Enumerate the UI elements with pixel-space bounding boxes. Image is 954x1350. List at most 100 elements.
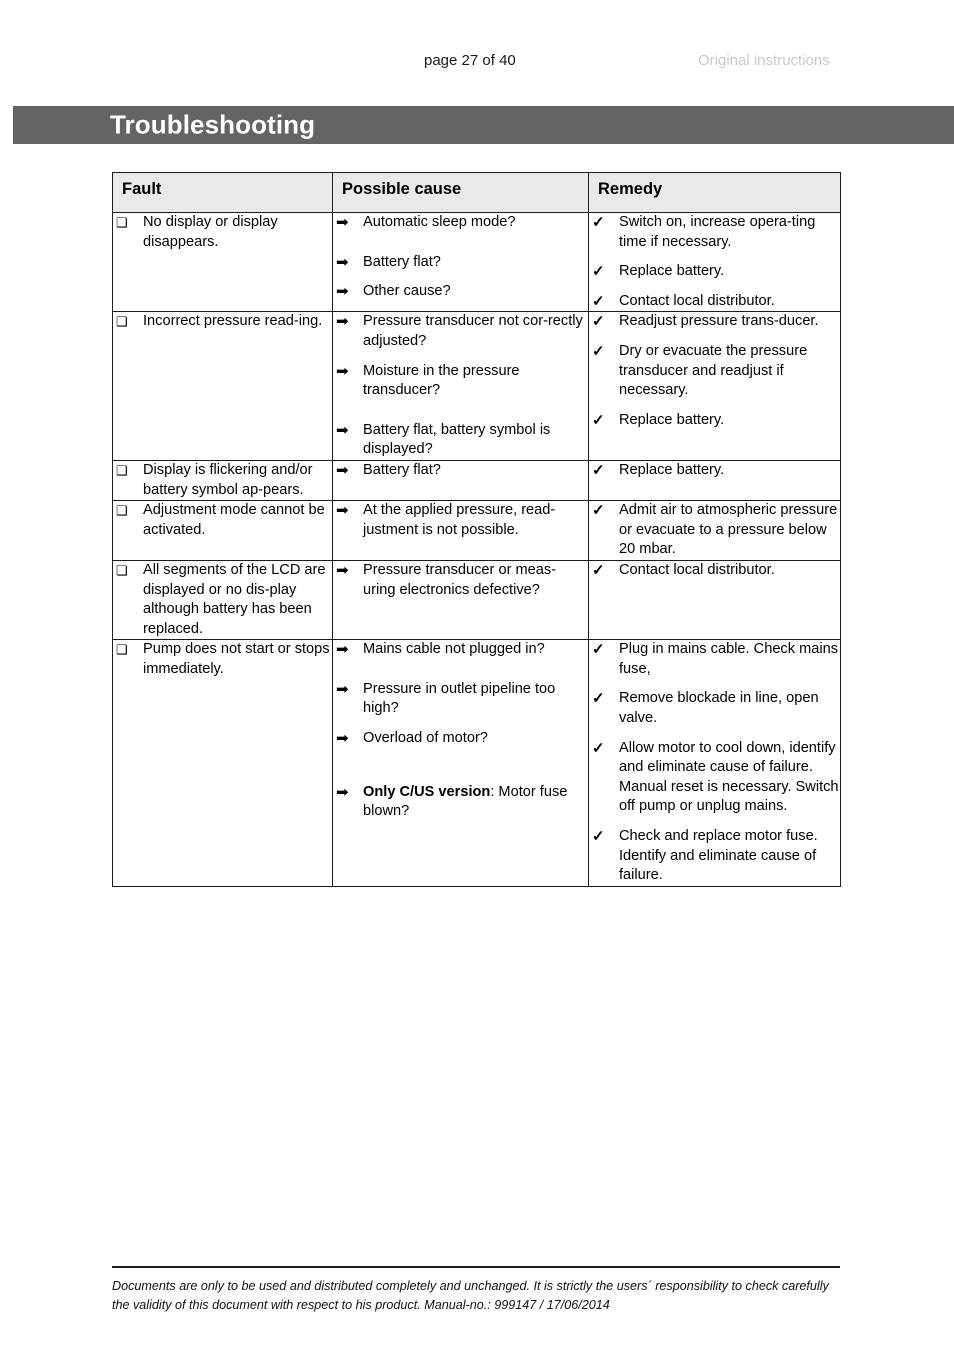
fault-item: ❑ Adjustment mode cannot be activated. <box>113 501 332 540</box>
remedy-item: ✓ Admit air to atmospheric pressure or ev… <box>589 501 840 560</box>
cell-remedy: ✓ Admit air to atmospheric pressure or ev… <box>588 500 841 561</box>
cell-remedy: ✓ Contact local distributor. <box>588 559 841 641</box>
cell-fault: ❑ Pump does not start or stops immediatel… <box>112 639 333 887</box>
page-header: page 27 of 40 Original instructions <box>0 52 954 78</box>
table-row: ❑ Incorrect pressure read-ing. ➡ Pressure t… <box>112 311 841 461</box>
troubleshooting-table: Fault Possible cause Remedy ❑ No display … <box>112 172 841 887</box>
remedy-text: Plug in mains cable. Check mains fuse, <box>619 641 839 677</box>
cause-text: Battery flat? <box>363 253 441 270</box>
cause-marker-icon: ➡ <box>336 680 349 698</box>
remedy-list: ✓ Admit air to atmospheric pressure or ev… <box>589 501 840 560</box>
remedy-item: ✓ Contact local distributor. <box>589 561 840 581</box>
fault-text: No display or display disappears. <box>143 214 278 250</box>
cell-remedy: ✓ Replace battery. <box>588 459 841 502</box>
cell-fault: ❑ Adjustment mode cannot be activated. <box>112 500 333 561</box>
remedy-item: ✓ Check and replace motor fuse. Identify … <box>589 827 840 886</box>
remedy-text: Replace battery. <box>619 263 725 280</box>
table-row: ❑ All segments of the LCD are displayed o… <box>112 559 841 641</box>
cause-item: ➡ Mains cable not plugged in? <box>333 640 588 660</box>
cause-item: ➡ Only C/US version: Motor fuse blown? <box>333 783 588 822</box>
fault-list: ❑ Incorrect pressure read-ing. <box>113 312 332 332</box>
fault-item: ❑ No display or display disappears. <box>113 213 332 252</box>
remedy-text: Check and replace motor fuse. Identify a… <box>619 828 818 884</box>
remedy-marker-icon: ✓ <box>592 461 605 479</box>
remedy-marker-icon: ✓ <box>592 690 605 708</box>
remedy-marker-icon: ✓ <box>592 502 605 520</box>
section-title-bar: Troubleshooting <box>13 106 954 144</box>
fault-list: ❑ Adjustment mode cannot be activated. <box>113 501 332 540</box>
cause-text: Battery flat? <box>363 461 441 478</box>
remedy-marker-icon: ✓ <box>592 342 605 360</box>
cell-remedy: ✓ Readjust pressure trans-ducer. ✓ Dry or e… <box>588 311 841 461</box>
remedy-item: ✓ Remove blockade in line, open valve. <box>589 689 840 728</box>
cell-possible-cause: ➡ Automatic sleep mode? ➡ Battery flat? ➡ Oth… <box>332 211 589 313</box>
cell-possible-cause: ➡ At the applied pressure, read-justment … <box>332 500 589 561</box>
remedy-list: ✓ Replace battery. <box>589 461 840 481</box>
cell-possible-cause: ➡ Battery flat? <box>332 459 589 502</box>
column-header-fault: Fault <box>112 172 333 213</box>
remedy-item: ✓ Allow motor to cool down, identify and … <box>589 739 840 817</box>
remedy-item: ✓ Switch on, increase opera-ting time if … <box>589 213 840 252</box>
fault-marker-icon: ❑ <box>116 462 128 478</box>
remedy-text: Remove blockade in line, open valve. <box>619 690 819 727</box>
table-body: ❑ No display or display disappears. ➡ Autom… <box>112 211 841 887</box>
cause-text: Mains cable not plugged in? <box>363 641 545 658</box>
cause-list: ➡ Automatic sleep mode? ➡ Battery flat? ➡ Oth… <box>333 213 588 302</box>
cause-text: Battery flat, battery symbol is displaye… <box>363 421 551 458</box>
remedy-marker-icon: ✓ <box>592 292 605 310</box>
cell-remedy: ✓ Switch on, increase opera-ting time if … <box>588 211 841 313</box>
remedy-item: ✓ Contact local distributor. <box>589 292 840 312</box>
remedy-item: ✓ Replace battery. <box>589 411 840 431</box>
cause-marker-icon: ➡ <box>336 730 349 748</box>
cause-marker-icon: ➡ <box>336 313 349 331</box>
table-row: ❑ Adjustment mode cannot be activated. ➡ At… <box>112 500 841 561</box>
fault-item: ❑ All segments of the LCD are displayed o… <box>113 561 332 639</box>
fault-marker-icon: ❑ <box>116 562 128 578</box>
cause-text: At the applied pressure, read-justment i… <box>363 502 556 538</box>
fault-text: Pump does not start or stops immediately… <box>143 641 330 677</box>
cell-possible-cause: ➡ Pressure transducer or meas-uring elect… <box>332 559 589 641</box>
table-row: ❑ Display is flickering and/or battery sy… <box>112 459 841 502</box>
cause-text: Other cause? <box>363 283 451 300</box>
fault-text: Display is flickering and/or battery sym… <box>143 461 313 498</box>
remedy-marker-icon: ✓ <box>592 214 605 231</box>
cause-text: Pressure transducer not cor-rectly adjus… <box>363 313 583 349</box>
remedy-marker-icon: ✓ <box>592 263 605 281</box>
remedy-item: ✓ Plug in mains cable. Check mains fuse, <box>589 640 840 679</box>
table-header: Fault Possible cause Remedy <box>112 172 841 213</box>
cause-item: ➡ Other cause? <box>333 282 588 302</box>
cause-marker-icon: ➡ <box>336 283 349 301</box>
cause-item: ➡ Moisture in the pressure transducer? <box>333 362 588 401</box>
column-header-possible-cause: Possible cause <box>332 172 589 213</box>
cause-item: ➡ Battery flat? <box>333 253 588 273</box>
troubleshooting-table-wrapper: Fault Possible cause Remedy ❑ No display … <box>112 172 841 887</box>
cause-item: ➡ Pressure in outlet pipeline too high? <box>333 680 588 719</box>
cause-marker-icon: ➡ <box>336 214 349 231</box>
remedy-text: Contact local distributor. <box>619 292 775 309</box>
column-header-remedy: Remedy <box>588 172 841 213</box>
remedy-marker-icon: ✓ <box>592 561 605 579</box>
cell-fault: ❑ All segments of the LCD are displayed o… <box>112 559 333 641</box>
remedy-text: Replace battery. <box>619 411 725 428</box>
table-header-row: Fault Possible cause Remedy <box>112 172 841 213</box>
cause-marker-icon: ➡ <box>336 783 349 801</box>
cause-marker-icon: ➡ <box>336 502 349 520</box>
cause-list: ➡ Battery flat? <box>333 461 588 481</box>
table-row: ❑ No display or display disappears. ➡ Autom… <box>112 211 841 313</box>
footer-divider <box>112 1266 840 1268</box>
cause-marker-icon: ➡ <box>336 561 349 579</box>
remedy-text: Contact local distributor. <box>619 561 775 578</box>
cell-fault: ❑ No display or display disappears. <box>112 211 333 313</box>
fault-marker-icon: ❑ <box>116 642 128 658</box>
original-instructions-label: Original instructions <box>698 52 830 69</box>
cause-item: ➡ Overload of motor? <box>333 729 588 749</box>
fault-list: ❑ Display is flickering and/or battery sy… <box>113 461 332 500</box>
fault-text: Incorrect pressure read-ing. <box>143 313 323 330</box>
fault-item: ❑ Pump does not start or stops immediatel… <box>113 640 332 679</box>
remedy-list: ✓ Contact local distributor. <box>589 561 840 581</box>
cause-text: Only C/US version: Motor fuse blown? <box>363 783 568 820</box>
remedy-list: ✓ Switch on, increase opera-ting time if … <box>589 213 840 311</box>
cause-marker-icon: ➡ <box>336 362 349 380</box>
remedy-item: ✓ Replace battery. <box>589 262 840 282</box>
cause-text: Automatic sleep mode? <box>363 214 516 230</box>
